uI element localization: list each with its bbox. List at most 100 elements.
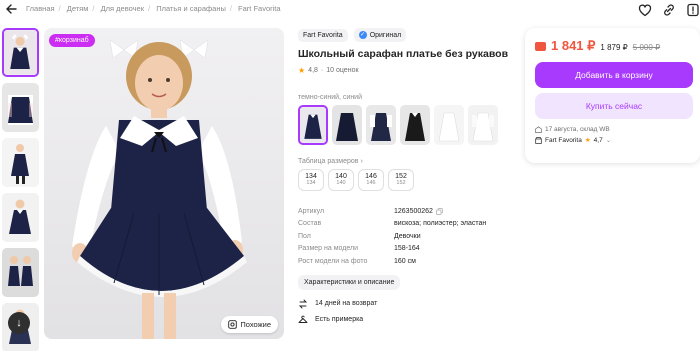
- fitting-label: Есть примерка: [315, 316, 364, 323]
- property-key: Рост модели на фото: [298, 257, 368, 265]
- top-actions: [638, 3, 700, 17]
- property-row: Пол Девочки: [298, 230, 513, 243]
- back-arrow-icon[interactable]: [5, 3, 17, 15]
- color-label: темно-синий, синий: [298, 94, 363, 101]
- returns-info[interactable]: 14 дней на возврат: [298, 299, 513, 309]
- heart-icon[interactable]: [638, 3, 652, 17]
- property-key: Пол: [298, 232, 311, 240]
- price-with-wallet: 1 841 ₽: [551, 38, 596, 53]
- size-sub: 134: [306, 180, 316, 186]
- breadcrumb-item[interactable]: Главная: [26, 4, 55, 13]
- color-swatch[interactable]: [332, 105, 362, 145]
- property-value: Девочки: [394, 232, 421, 240]
- property-row: Артикул 1263500262: [298, 205, 513, 218]
- size-sub: 152: [396, 180, 406, 186]
- original-badge: ✓ Оригинал: [353, 28, 407, 42]
- rating-value: 4,8: [308, 67, 318, 74]
- property-value: вискоза; полиэстер; эластан: [394, 220, 487, 228]
- main-product-image[interactable]: #корзинаб Похожие: [44, 28, 284, 339]
- property-value: 1263500262: [394, 207, 433, 215]
- color-swatch[interactable]: [366, 105, 396, 145]
- share-link-icon[interactable]: [662, 3, 676, 17]
- size-sub: 146: [366, 180, 376, 186]
- thumbnail-4[interactable]: [2, 193, 39, 242]
- thumbnail-2[interactable]: [2, 83, 39, 132]
- size-table-link[interactable]: Таблица размеров ›: [298, 158, 513, 165]
- check-icon: ✓: [358, 31, 367, 39]
- star-icon: ★: [584, 137, 591, 144]
- price-row: 1 841 ₽ 1 879 ₽ 5 000 ₽: [535, 38, 690, 54]
- shop-icon: [535, 136, 542, 144]
- product-photo: [44, 28, 284, 339]
- hanger-icon: [298, 315, 308, 323]
- image-search-icon: [228, 320, 238, 329]
- return-arrows-icon: [298, 299, 308, 308]
- arrow-down-icon: ↓: [16, 317, 22, 329]
- thumbnail-strip: [2, 28, 39, 351]
- product-properties: Артикул 1263500262 Состав вискоза; полиэ…: [298, 205, 513, 268]
- size-option[interactable]: 140 140: [328, 169, 354, 191]
- returns-label: 14 дней на возврат: [315, 300, 378, 307]
- warehouse-icon: [535, 126, 542, 133]
- star-icon: ★: [298, 66, 306, 75]
- rating-separator: ·: [320, 67, 324, 74]
- seller-rating: 4,7: [593, 136, 603, 144]
- property-row: Состав вискоза; полиэстер; эластан: [298, 218, 513, 231]
- property-value: 160 см: [394, 257, 416, 265]
- product-info: Fart Favorita ✓ Оригинал Школьный сарафа…: [298, 28, 513, 325]
- thumbnail-1[interactable]: [2, 28, 39, 77]
- price-card: 1 841 ₽ 1 879 ₽ 5 000 ₽ Добавить в корзи…: [525, 28, 700, 163]
- similar-button[interactable]: Похожие: [221, 316, 278, 333]
- property-row: Рост модели на фото 160 см: [298, 255, 513, 268]
- copy-icon[interactable]: [436, 207, 443, 215]
- property-value: 158-164: [394, 245, 420, 253]
- seller-info[interactable]: Fart Favorita ★ 4,7 ⌄: [535, 136, 690, 144]
- size-value: 140: [335, 173, 347, 180]
- brand-row: Fart Favorita ✓ Оригинал: [298, 28, 513, 42]
- size-option[interactable]: 146 146: [358, 169, 384, 191]
- color-swatch[interactable]: [468, 105, 498, 145]
- breadcrumb-item[interactable]: Платья и сарафаны: [156, 4, 226, 13]
- chevron-down-icon: ⌄: [605, 137, 612, 144]
- breadcrumb-item[interactable]: Fart Favorita: [238, 4, 281, 13]
- property-key: Состав: [298, 220, 322, 228]
- report-icon[interactable]: [686, 3, 700, 17]
- breadcrumb: Главная / Детям / Для девочек / Платья и са…: [26, 4, 281, 13]
- delivery-info: 17 августа, склад WB: [535, 126, 690, 133]
- buy-now-button[interactable]: Купить сейчас: [535, 93, 693, 119]
- price-old: 5 000 ₽: [632, 43, 661, 52]
- property-key: Артикул: [298, 207, 325, 215]
- product-title: Школьный сарафан платье без рукавов: [298, 48, 509, 60]
- cart-hashtag-badge: #корзинаб: [49, 34, 95, 47]
- characteristics-button[interactable]: Характеристики и описание: [298, 274, 401, 290]
- price-regular: 1 879 ₽: [600, 43, 628, 52]
- size-value: 152: [395, 173, 407, 180]
- seller-name: Fart Favorita: [545, 136, 582, 144]
- original-label: Оригинал: [369, 31, 402, 39]
- add-to-cart-button[interactable]: Добавить в корзину: [535, 62, 693, 88]
- color-swatch[interactable]: [434, 105, 464, 145]
- similar-label: Похожие: [240, 320, 271, 329]
- thumbnail-3[interactable]: [2, 138, 39, 187]
- rating[interactable]: ★ 4,8 · 10 оценок: [298, 66, 513, 75]
- size-option[interactable]: 152 152: [388, 169, 414, 191]
- color-swatch[interactable]: [400, 105, 430, 145]
- breadcrumb-item[interactable]: Для девочек: [101, 4, 144, 13]
- property-key: Размер на модели: [298, 245, 358, 253]
- size-options: 134 134 140 140 146 146 152 152: [298, 169, 513, 191]
- size-value: 146: [365, 173, 377, 180]
- brand-link[interactable]: Fart Favorita: [298, 28, 348, 42]
- breadcrumb-item[interactable]: Детям: [67, 4, 89, 13]
- size-value: 134: [305, 173, 317, 180]
- color-swatch[interactable]: [298, 105, 328, 145]
- size-sub: 140: [336, 180, 346, 186]
- fitting-info[interactable]: Есть примерка: [298, 315, 513, 325]
- delivery-label: 17 августа, склад WB: [545, 126, 610, 133]
- scroll-down-button[interactable]: ↓: [8, 312, 30, 334]
- size-option[interactable]: 134 134: [298, 169, 324, 191]
- wallet-icon: [535, 42, 546, 51]
- rating-count: 10 оценок: [326, 67, 359, 74]
- top-bar: Главная / Детям / Для девочек / Платья и са…: [0, 0, 700, 20]
- thumbnail-5[interactable]: [2, 248, 39, 297]
- size-table-label: Таблица размеров: [298, 158, 359, 165]
